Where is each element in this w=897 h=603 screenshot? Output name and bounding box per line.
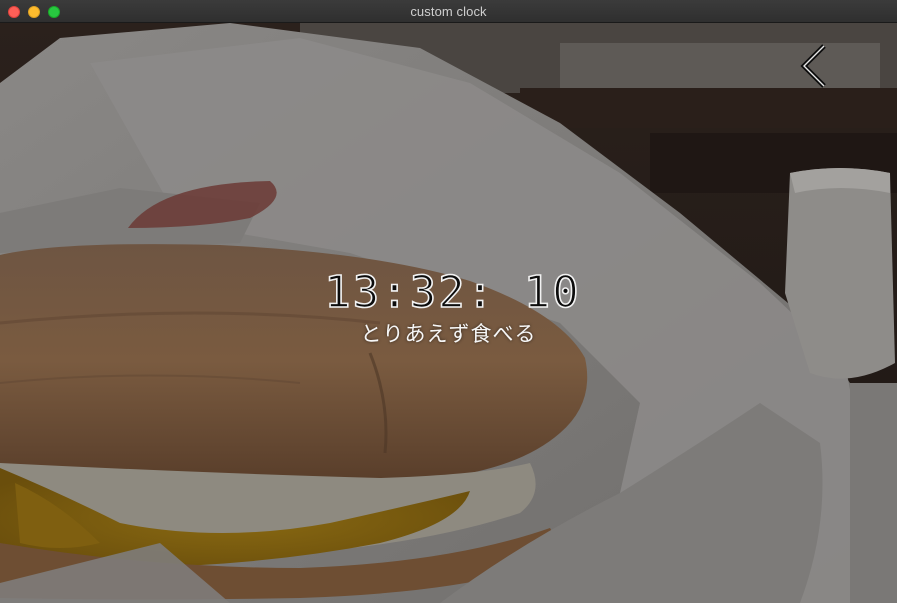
window-title: custom clock bbox=[410, 4, 487, 19]
app-window: custom clock 13:32: 10 とりあえず食べる bbox=[0, 0, 897, 603]
chevron-left-icon bbox=[800, 44, 826, 88]
clock-caption: とりあえず食べる bbox=[360, 322, 537, 346]
clock-display: 13:32: 10 とりあえず食べる bbox=[0, 267, 897, 348]
clock-time: 13:32: 10 bbox=[323, 267, 581, 319]
title-bar[interactable]: custom clock bbox=[0, 0, 897, 23]
back-button[interactable] bbox=[796, 42, 836, 94]
